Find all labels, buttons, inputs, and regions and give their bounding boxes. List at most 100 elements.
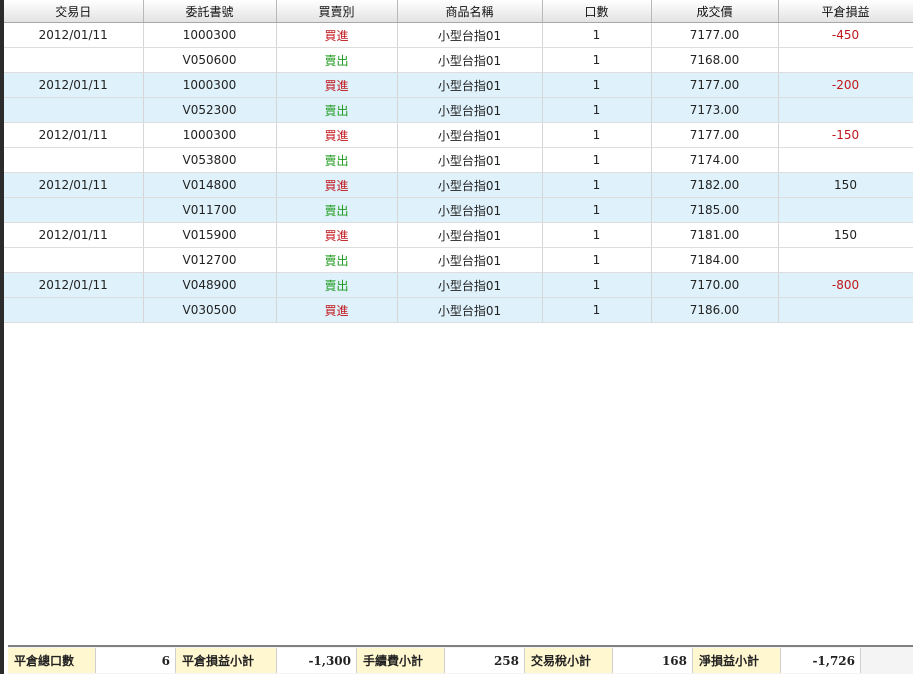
- pnl-cell: [778, 297, 913, 323]
- qty-cell: 1: [542, 47, 652, 73]
- order-no-cell: V015900: [143, 222, 277, 248]
- pnl-cell: 150: [778, 222, 913, 248]
- trade-date-cell: [4, 47, 144, 73]
- price-cell: 7170.00: [651, 272, 779, 298]
- col-header-qty[interactable]: 口數: [542, 0, 652, 23]
- table-row[interactable]: 2012/01/11 V048900 賣出 小型台指01 1 7170.00 -800: [4, 272, 913, 298]
- net-pnl-value: -1,726: [781, 648, 861, 673]
- pnl-cell: -150: [778, 122, 913, 148]
- trade-date-cell: [4, 297, 144, 323]
- order-no-cell: V030500: [143, 297, 277, 323]
- trade-date-cell: [4, 147, 144, 173]
- price-cell: 7186.00: [651, 297, 779, 323]
- price-cell: 7168.00: [651, 47, 779, 73]
- price-cell: 7185.00: [651, 197, 779, 223]
- trade-window: 交易日 委託書號 買賣別 商品名稱 口數 成交價 平倉損益 2012/01/11…: [0, 0, 913, 674]
- order-no-cell: V012700: [143, 247, 277, 273]
- trade-date-cell: [4, 97, 144, 123]
- qty-cell: 1: [542, 72, 652, 98]
- qty-cell: 1: [542, 97, 652, 123]
- total-lots-value: 6: [96, 648, 176, 673]
- closed-trades-table: 交易日 委託書號 買賣別 商品名稱 口數 成交價 平倉損益 2012/01/11…: [4, 0, 913, 323]
- table-row[interactable]: V011700 賣出 小型台指01 1 7185.00: [4, 197, 913, 223]
- qty-cell: 1: [542, 122, 652, 148]
- product-cell: 小型台指01: [397, 97, 543, 123]
- product-cell: 小型台指01: [397, 172, 543, 198]
- side-cell: 買進: [276, 172, 398, 198]
- trade-date-cell: 2012/01/11: [4, 172, 144, 198]
- side-cell: 賣出: [276, 147, 398, 173]
- table-row[interactable]: V030500 買進 小型台指01 1 7186.00: [4, 297, 913, 323]
- col-header-order-no[interactable]: 委託書號: [143, 0, 277, 23]
- table-row[interactable]: V012700 賣出 小型台指01 1 7184.00: [4, 247, 913, 273]
- trade-date-cell: 2012/01/11: [4, 122, 144, 148]
- tax-subtotal-label: 交易稅小計: [525, 648, 613, 673]
- product-cell: 小型台指01: [397, 222, 543, 248]
- table-row[interactable]: V052300 賣出 小型台指01 1 7173.00: [4, 97, 913, 123]
- side-cell: 賣出: [276, 47, 398, 73]
- trade-date-cell: 2012/01/11: [4, 72, 144, 98]
- qty-cell: 1: [542, 222, 652, 248]
- side-cell: 買進: [276, 72, 398, 98]
- product-cell: 小型台指01: [397, 297, 543, 323]
- table-row[interactable]: 2012/01/11 V015900 買進 小型台指01 1 7181.00 150: [4, 222, 913, 248]
- table-row[interactable]: 2012/01/11 1000300 買進 小型台指01 1 7177.00 -450: [4, 22, 913, 48]
- order-no-cell: V014800: [143, 172, 277, 198]
- col-header-trade-date[interactable]: 交易日: [4, 0, 144, 23]
- table-row[interactable]: 2012/01/11 1000300 買進 小型台指01 1 7177.00 -150: [4, 122, 913, 148]
- side-cell: 賣出: [276, 247, 398, 273]
- fee-subtotal-label: 手續費小計: [357, 648, 445, 673]
- qty-cell: 1: [542, 22, 652, 48]
- pnl-subtotal-label: 平倉損益小計: [176, 648, 277, 673]
- qty-cell: 1: [542, 247, 652, 273]
- side-cell: 買進: [276, 222, 398, 248]
- trade-date-cell: 2012/01/11: [4, 22, 144, 48]
- product-cell: 小型台指01: [397, 147, 543, 173]
- qty-cell: 1: [542, 172, 652, 198]
- col-header-price[interactable]: 成交價: [651, 0, 779, 23]
- pnl-cell: [778, 47, 913, 73]
- qty-cell: 1: [542, 272, 652, 298]
- pnl-cell: [778, 197, 913, 223]
- table-row[interactable]: 2012/01/11 1000300 買進 小型台指01 1 7177.00 -200: [4, 72, 913, 98]
- side-cell: 買進: [276, 122, 398, 148]
- pnl-cell: -800: [778, 272, 913, 298]
- price-cell: 7177.00: [651, 22, 779, 48]
- col-header-product[interactable]: 商品名稱: [397, 0, 543, 23]
- order-no-cell: 1000300: [143, 22, 277, 48]
- price-cell: 7177.00: [651, 72, 779, 98]
- product-cell: 小型台指01: [397, 272, 543, 298]
- table-row[interactable]: V053800 賣出 小型台指01 1 7174.00: [4, 147, 913, 173]
- summary-bar: 平倉總口數 6 平倉損益小計 -1,300 手續費小計 258 交易稅小計 16…: [8, 645, 913, 674]
- pnl-cell: [778, 147, 913, 173]
- side-cell: 買進: [276, 297, 398, 323]
- side-cell: 賣出: [276, 97, 398, 123]
- order-no-cell: V011700: [143, 197, 277, 223]
- order-no-cell: V050600: [143, 47, 277, 73]
- order-no-cell: 1000300: [143, 122, 277, 148]
- product-cell: 小型台指01: [397, 47, 543, 73]
- table-header-row: 交易日 委託書號 買賣別 商品名稱 口數 成交價 平倉損益: [4, 0, 913, 23]
- price-cell: 7174.00: [651, 147, 779, 173]
- qty-cell: 1: [542, 297, 652, 323]
- product-cell: 小型台指01: [397, 22, 543, 48]
- summary-filler: [861, 648, 913, 673]
- price-cell: 7182.00: [651, 172, 779, 198]
- price-cell: 7181.00: [651, 222, 779, 248]
- order-no-cell: 1000300: [143, 72, 277, 98]
- product-cell: 小型台指01: [397, 122, 543, 148]
- col-header-side[interactable]: 買賣別: [276, 0, 398, 23]
- qty-cell: 1: [542, 147, 652, 173]
- pnl-cell: 150: [778, 172, 913, 198]
- pnl-subtotal-value: -1,300: [277, 648, 357, 673]
- fee-subtotal-value: 258: [445, 648, 525, 673]
- price-cell: 7177.00: [651, 122, 779, 148]
- col-header-pnl[interactable]: 平倉損益: [778, 0, 913, 23]
- product-cell: 小型台指01: [397, 197, 543, 223]
- trade-date-cell: 2012/01/11: [4, 222, 144, 248]
- table-row[interactable]: 2012/01/11 V014800 買進 小型台指01 1 7182.00 150: [4, 172, 913, 198]
- order-no-cell: V053800: [143, 147, 277, 173]
- product-cell: 小型台指01: [397, 247, 543, 273]
- table-row[interactable]: V050600 賣出 小型台指01 1 7168.00: [4, 47, 913, 73]
- trade-date-cell: [4, 247, 144, 273]
